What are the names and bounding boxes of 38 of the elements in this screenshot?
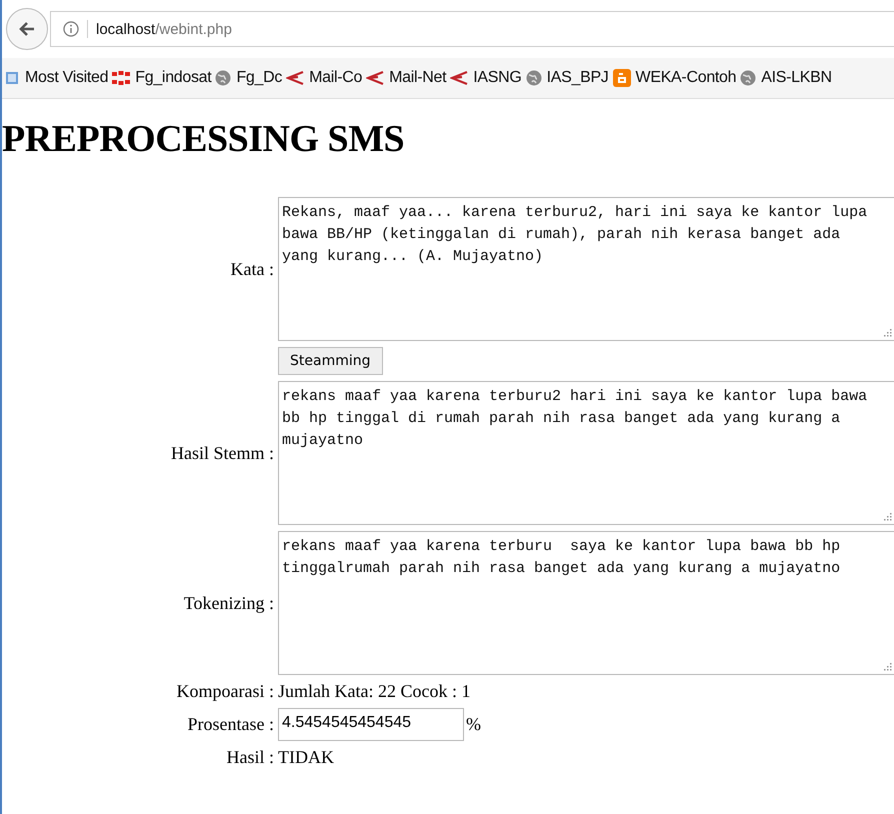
globe-icon[interactable] (526, 70, 542, 86)
bookmark-link[interactable]: IASNG (473, 69, 522, 87)
percent-sign: % (466, 714, 481, 735)
bookmark-link[interactable]: AIS-LKBN (761, 69, 832, 87)
field-label: Hasil Stemm : (170, 442, 274, 464)
text-area[interactable]: rekans maaf yaa karena terburu2 hari ini saya ke kantor lupa bawa bb hp tinggal di rumah parah nih rasa banget ada yang kurang a mujayatno (278, 381, 894, 525)
field-label: Prosentase : (186, 714, 274, 735)
steamming-button[interactable]: Steamming (278, 347, 382, 375)
text-area[interactable]: rekans maaf yaa karena terburu saya ke kantor lupa bawa bb hp tinggalrumah parah nih rasa banget ada yang kurang a mujayatno (278, 531, 894, 675)
chevron-icon[interactable] (286, 70, 304, 86)
resize-grip-icon[interactable] (884, 663, 892, 671)
field-label: Kata : (230, 258, 274, 280)
result-text: TIDAK (278, 747, 335, 768)
address-bar[interactable]: localhost/webint.php (50, 11, 894, 47)
chevron-icon[interactable] (366, 70, 384, 86)
bookmark-link[interactable]: Mail-Co (309, 69, 362, 87)
globe-icon[interactable] (215, 70, 232, 86)
page-heading: PREPROCESSING SMS (2, 117, 406, 162)
text-area[interactable]: Rekans, maaf yaa... karena terburu2, hari ini saya ke kantor lupa bawa BB/HP (ketinggalan di rumah), parah nih kerasa banget ada yang kurang... (A. Mujayatno) (278, 197, 894, 341)
bookmark-link[interactable]: Fg_Dc (236, 69, 282, 87)
resize-grip-icon[interactable] (884, 513, 892, 521)
url-text: localhost/webint.php (96, 20, 232, 38)
bookmark-link[interactable]: Fg_indosat (135, 69, 212, 87)
bookmark-link[interactable]: Most Visited (25, 69, 108, 87)
resize-grip-icon[interactable] (884, 329, 892, 337)
comparison-text: Jumlah Kata: 22 Cocok : 1 (278, 681, 472, 702)
field-label: Hasil : (226, 747, 274, 768)
bookmark-link[interactable]: WEKA-Contoh (636, 69, 736, 87)
folder-icon[interactable] (6, 70, 20, 86)
back-button[interactable] (6, 8, 48, 50)
field-label: Kompoarasi : (176, 681, 274, 702)
info-icon[interactable] (63, 21, 79, 37)
globe-icon[interactable] (740, 70, 756, 86)
bookmark-link[interactable]: IAS_BPJ (546, 69, 609, 87)
field-label: Tokenizing : (182, 592, 274, 614)
bookmark-link[interactable]: Mail-Net (389, 69, 446, 87)
chevron-icon[interactable] (450, 70, 468, 86)
percentage-field[interactable]: 4.5454545454545 (278, 708, 464, 741)
